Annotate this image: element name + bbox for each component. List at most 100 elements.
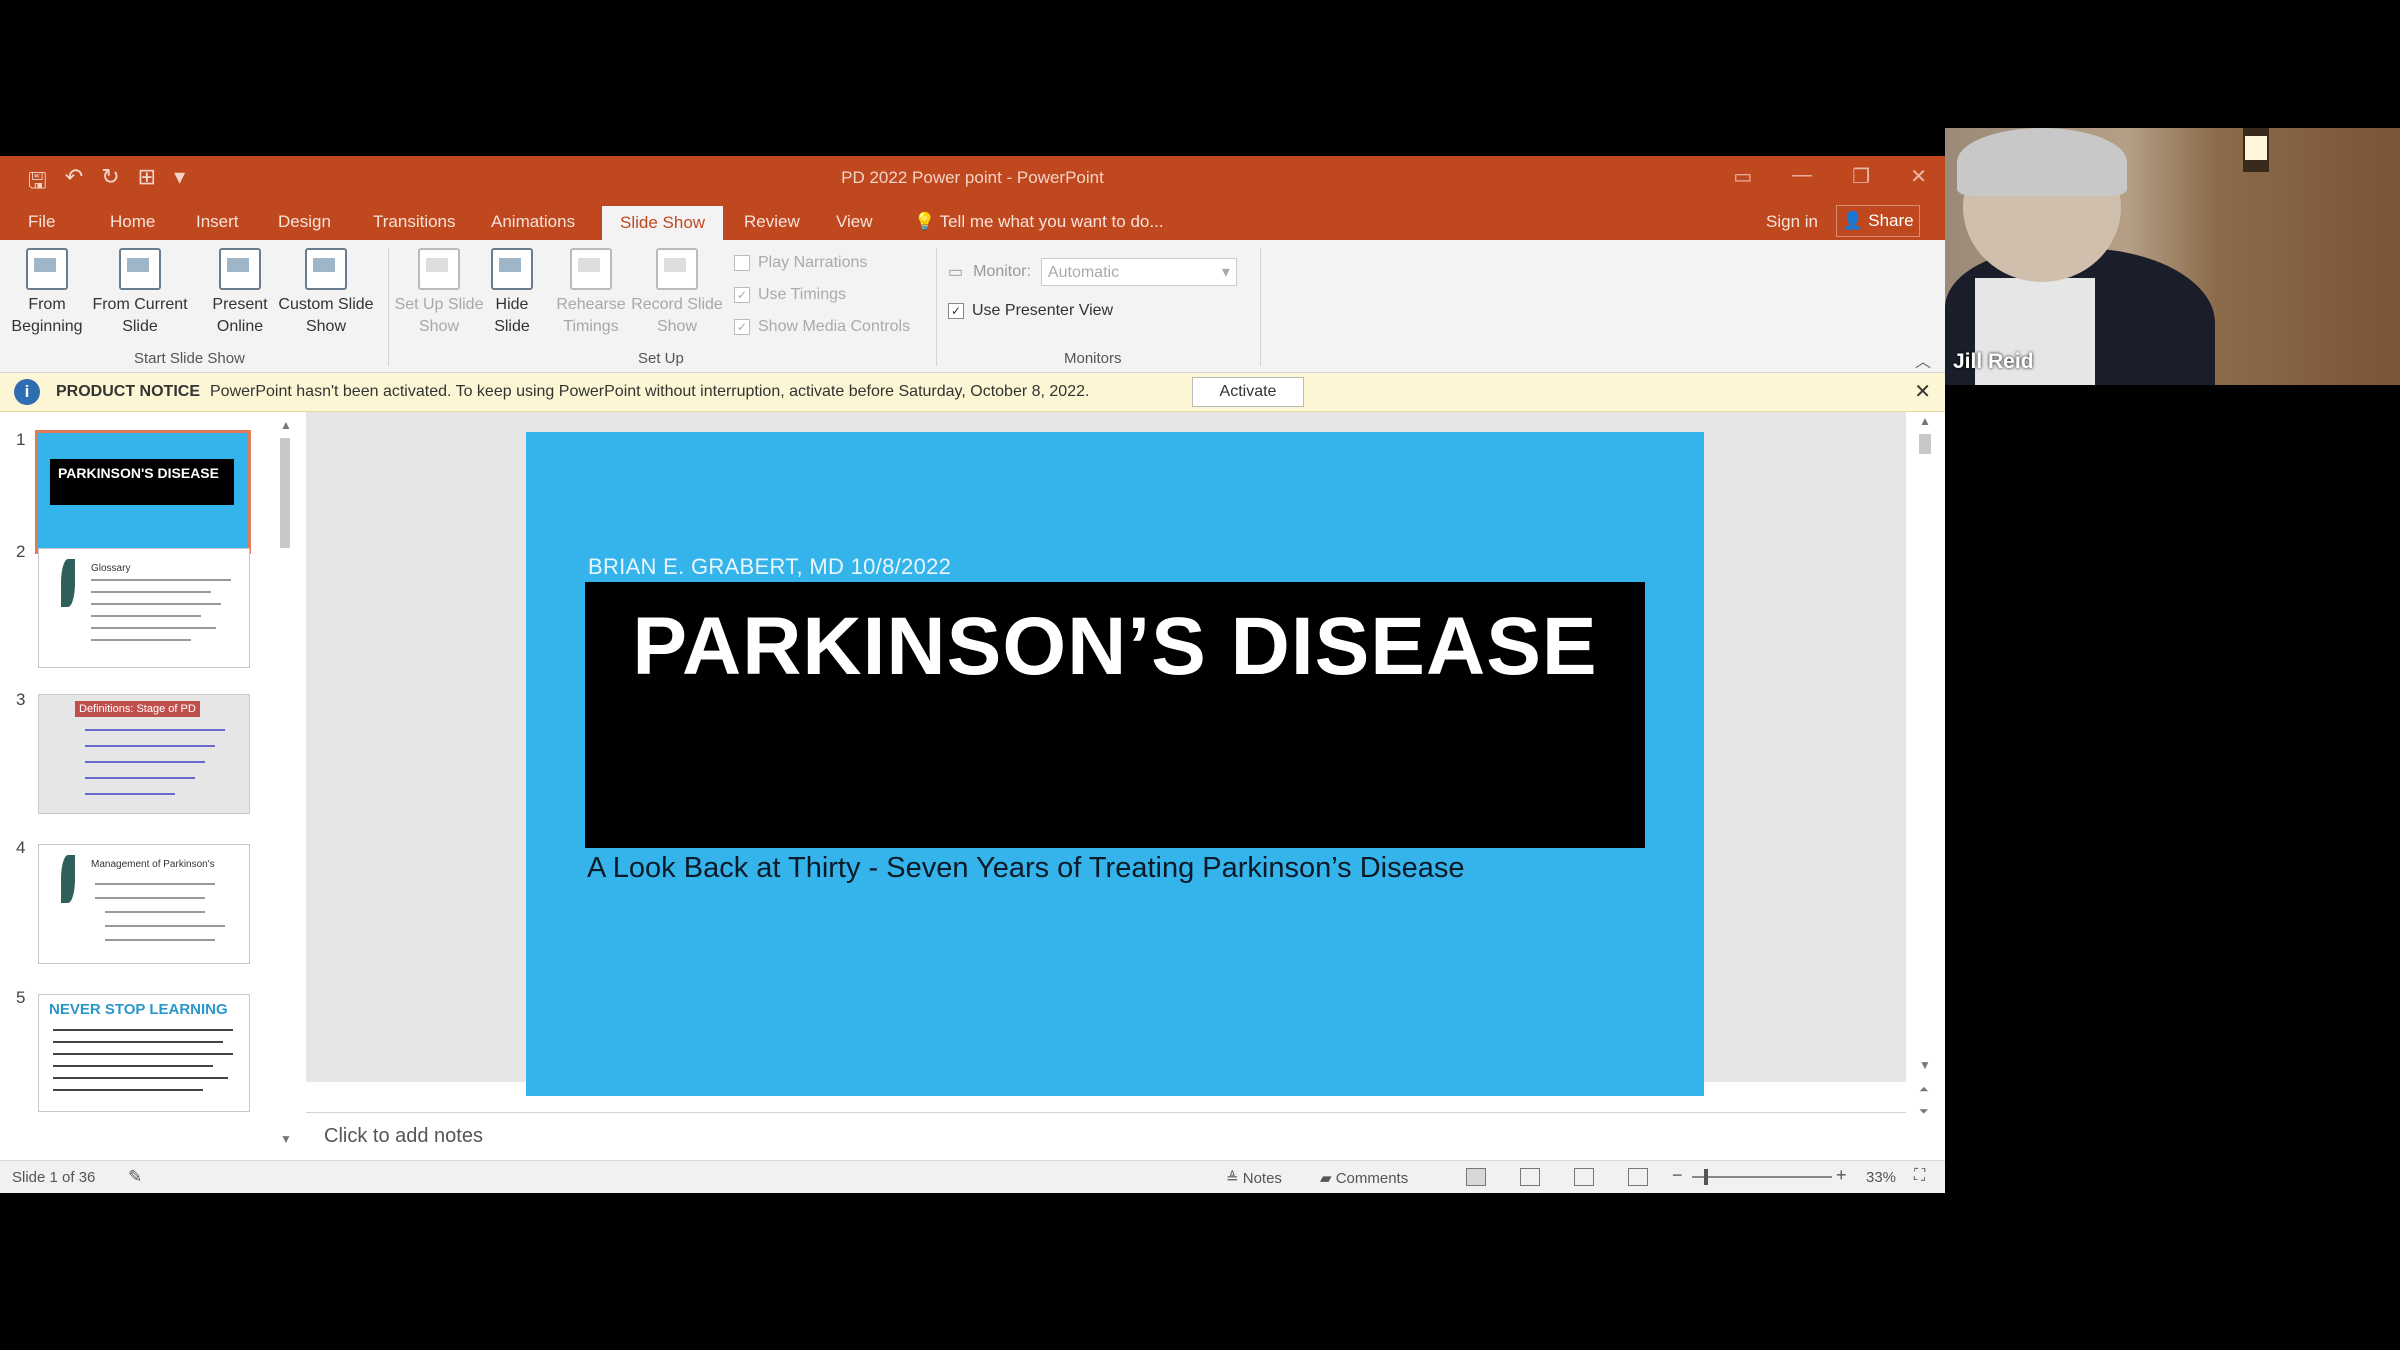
tab-file[interactable]: File xyxy=(28,212,55,232)
scrollbar-thumb[interactable] xyxy=(280,438,290,548)
from-current-slide-button[interactable]: From Current Slide xyxy=(90,248,190,338)
thumb-number: 2 xyxy=(16,542,26,561)
window-title: PD 2022 Power point - PowerPoint xyxy=(841,168,1104,187)
slide-subtitle[interactable]: A Look Back at Thirty - Seven Years of T… xyxy=(587,852,1464,885)
tab-view[interactable]: View xyxy=(836,212,873,232)
scroll-up-icon[interactable]: ▲ xyxy=(280,418,292,432)
spelling-icon[interactable]: ✎ xyxy=(128,1167,142,1187)
lightbulb-icon: 💡 xyxy=(914,212,940,231)
thumb-line xyxy=(53,1065,213,1067)
group-label-start: Start Slide Show xyxy=(134,350,245,367)
collapse-ribbon-icon[interactable]: ︿ xyxy=(1915,348,1931,372)
leaf-graphic xyxy=(61,855,75,903)
show-media-controls-checkbox[interactable]: ✓ Show Media Controls xyxy=(734,318,910,336)
slide-thumbnail[interactable]: Glossary xyxy=(38,548,250,668)
thumb-line xyxy=(105,925,225,927)
thumb-line xyxy=(95,897,205,899)
monitor-selector[interactable]: ▭ Monitor: Automatic xyxy=(948,258,1237,287)
zoom-level[interactable]: 33% xyxy=(1866,1169,1896,1186)
use-timings-checkbox[interactable]: ✓ Use Timings xyxy=(734,286,846,304)
slide-canvas[interactable]: BRIAN E. GRABERT, MD 10/8/2022 PARKINSON… xyxy=(526,432,1704,1096)
comments-toggle[interactable]: ▰ Comments xyxy=(1320,1169,1408,1187)
close-notice-icon[interactable]: ✕ xyxy=(1914,379,1931,404)
editor-scrollbar[interactable]: ▲ ▼ ⏶ ⏷ xyxy=(1913,412,1937,1242)
tab-review[interactable]: Review xyxy=(744,212,800,232)
thumb-number: 1 xyxy=(16,430,26,449)
checkbox-box: ✓ xyxy=(948,303,964,319)
zoom-out-icon[interactable]: − xyxy=(1672,1165,1683,1186)
fit-to-window-icon[interactable]: ⛶ xyxy=(1914,1167,1925,1185)
thumb-title: Management of Parkinson's xyxy=(91,859,215,870)
next-slide-icon[interactable]: ⏷ xyxy=(1919,1104,1929,1119)
close-icon[interactable]: ✕ xyxy=(1910,164,1927,189)
leaf-graphic xyxy=(61,559,75,607)
group-label-setup: Set Up xyxy=(638,350,684,367)
scroll-down-icon[interactable]: ▼ xyxy=(1919,1058,1931,1072)
hide-slide-button[interactable]: Hide Slide xyxy=(486,248,538,338)
rehearse-timings-button[interactable]: Rehearse Timings xyxy=(552,248,630,338)
participant-name: Jill Reid xyxy=(1953,350,2034,373)
slide-author-date[interactable]: BRIAN E. GRABERT, MD 10/8/2022 xyxy=(588,554,951,580)
thumb-line xyxy=(91,603,221,605)
restore-icon[interactable]: ❐ xyxy=(1852,164,1870,189)
hide-slide-icon xyxy=(491,248,533,290)
thumb-line xyxy=(91,579,231,581)
zoom-slider[interactable] xyxy=(1692,1176,1832,1178)
slideshow-icon xyxy=(26,248,68,290)
slideshow-view-icon[interactable] xyxy=(1628,1168,1648,1186)
thumb-line xyxy=(53,1029,233,1031)
thumb-line xyxy=(91,639,191,641)
zoom-in-icon[interactable]: + xyxy=(1836,1165,1847,1186)
tab-animations[interactable]: Animations xyxy=(491,212,575,232)
sign-in-link[interactable]: Sign in xyxy=(1766,212,1818,232)
slide-thumbnail[interactable]: PARKINSON'S DISEASE xyxy=(35,430,251,554)
tab-transitions[interactable]: Transitions xyxy=(373,212,456,232)
record-slide-show-button[interactable]: Record Slide Show xyxy=(630,248,724,338)
reading-view-icon[interactable] xyxy=(1574,1168,1594,1186)
scrollbar-thumb[interactable] xyxy=(1919,434,1931,454)
ribbon-display-icon[interactable]: ▭ xyxy=(1733,164,1752,189)
minimize-icon[interactable]: — xyxy=(1792,164,1812,189)
ribbon-separator xyxy=(388,248,389,366)
from-beginning-button[interactable]: From Beginning xyxy=(8,248,86,338)
slide-thumbnail[interactable]: Definitions: Stage of PD xyxy=(38,694,250,814)
custom-show-icon xyxy=(305,248,347,290)
slide-thumbnail[interactable]: Management of Parkinson's xyxy=(38,844,250,964)
tab-insert[interactable]: Insert xyxy=(196,212,239,232)
tell-me-box[interactable]: 💡 Tell me what you want to do... xyxy=(914,212,1164,232)
use-presenter-view-checkbox[interactable]: ✓ Use Presenter View xyxy=(948,302,1113,320)
custom-slide-show-button[interactable]: Custom Slide Show xyxy=(276,248,376,338)
play-narrations-checkbox[interactable]: Play Narrations xyxy=(734,254,867,272)
share-button[interactable]: 👤 Share xyxy=(1836,205,1920,237)
thumb-line xyxy=(85,729,225,731)
activate-button[interactable]: Activate xyxy=(1192,377,1304,407)
present-online-button[interactable]: Present Online xyxy=(200,248,280,338)
thumb-line xyxy=(91,591,211,593)
thumbnails-scrollbar[interactable]: ▲ ▼ xyxy=(276,418,296,1148)
present-online-icon xyxy=(219,248,261,290)
slide-thumbnail[interactable]: NEVER STOP LEARNING xyxy=(38,994,250,1112)
monitor-dropdown[interactable]: Automatic xyxy=(1040,258,1237,287)
person-icon: 👤 xyxy=(1842,211,1869,230)
info-icon: i xyxy=(14,379,40,405)
notes-icon: ≜ xyxy=(1226,1170,1243,1187)
normal-view-icon[interactable] xyxy=(1466,1168,1486,1186)
notes-pane[interactable]: Click to add notes xyxy=(306,1112,1906,1160)
slide-sorter-icon[interactable] xyxy=(1520,1168,1540,1186)
slide-counter: Slide 1 of 36 xyxy=(12,1169,96,1186)
tab-home[interactable]: Home xyxy=(110,212,155,232)
previous-slide-icon[interactable]: ⏶ xyxy=(1919,1082,1929,1097)
zoom-slider-thumb[interactable] xyxy=(1704,1169,1708,1185)
ribbon-slide-show: From Beginning From Current Slide Presen… xyxy=(0,240,1945,373)
tab-slide-show[interactable]: Slide Show xyxy=(602,206,724,243)
slideshow-current-icon xyxy=(119,248,161,290)
scroll-down-icon[interactable]: ▼ xyxy=(280,1132,292,1146)
set-up-slide-show-button[interactable]: Set Up Slide Show xyxy=(392,248,486,338)
notice-text: PowerPoint hasn't been activated. To kee… xyxy=(210,383,1090,400)
notes-toggle[interactable]: ≜ Notes xyxy=(1226,1169,1282,1187)
thumb-title: PARKINSON'S DISEASE xyxy=(50,459,234,505)
tab-design[interactable]: Design xyxy=(278,212,331,232)
scroll-up-icon[interactable]: ▲ xyxy=(1919,414,1931,428)
thumb-number: 3 xyxy=(16,690,26,709)
title-box[interactable]: PARKINSON’S DISEASE xyxy=(585,582,1645,848)
